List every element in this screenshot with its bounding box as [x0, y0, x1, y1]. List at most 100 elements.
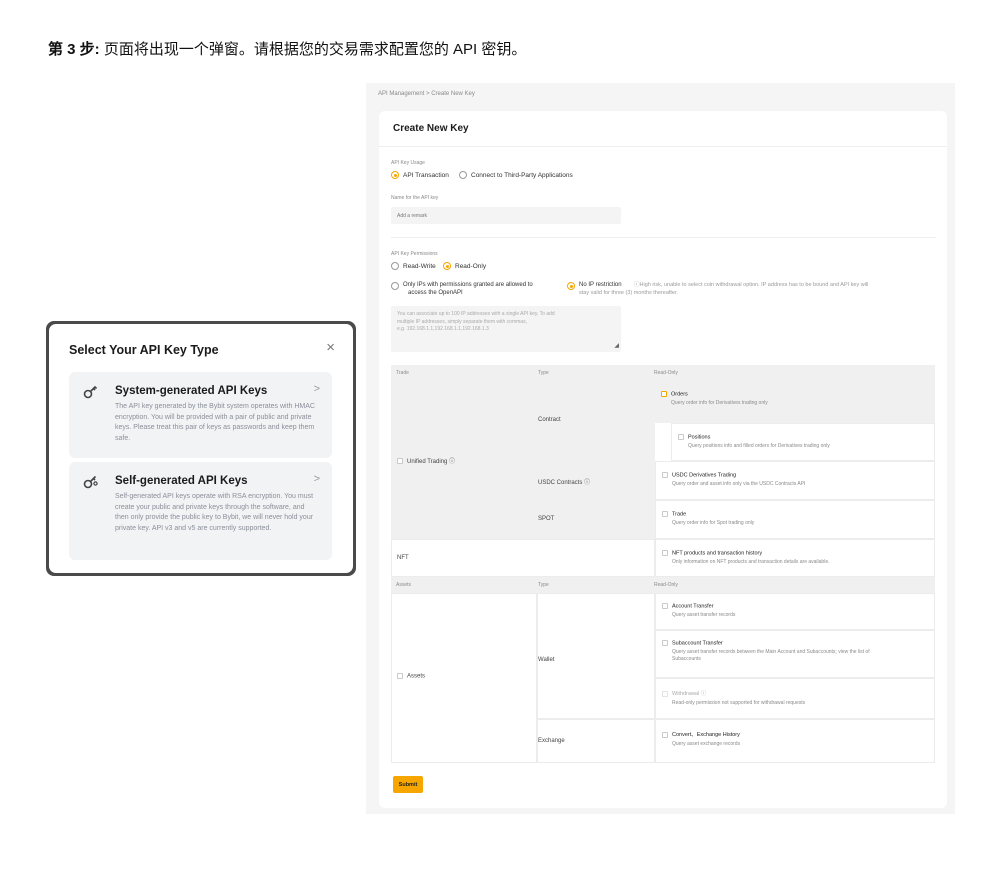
perm-desc: Query asset transfer records — [672, 612, 736, 619]
perm-subaccount-transfer[interactable]: Subaccount Transfer Query asset transfer… — [655, 630, 935, 678]
perm-desc: Query positions info and filled orders f… — [688, 443, 830, 450]
perm-convert-exchange[interactable]: Convert、Exchange History Query asset exc… — [655, 719, 935, 763]
step-text: 页面将出现一个弹窗。请根据您的交易需求配置您的 API 密钥。 — [99, 41, 527, 58]
spot-type-cell — [537, 500, 655, 539]
radio-selected[interactable] — [391, 171, 399, 179]
perm-title: Withdrawal ⓘ — [672, 691, 707, 697]
api-key-type-modal-frame: Select Your API Key Type × System-genera… — [46, 321, 356, 576]
step-heading: 第 3 步: 页面将出现一个弹窗。请根据您的交易需求配置您的 API 密钥。 — [48, 38, 526, 59]
perm-title: NFT products and transaction history — [672, 550, 763, 557]
checkbox[interactable] — [662, 603, 668, 609]
ip-address-textarea[interactable]: You can associate up to 100 IP addresses… — [391, 306, 621, 352]
card-description: The API key generated by the Bybit syste… — [115, 403, 315, 442]
perm-nft[interactable]: NFT products and transaction history Onl… — [655, 539, 935, 577]
col-header-type: Type — [538, 582, 549, 588]
resize-handle-icon[interactable]: ◢ — [614, 343, 619, 351]
option-text-line: access the OpenAPI — [408, 290, 463, 296]
checkbox[interactable] — [662, 731, 668, 738]
page-title: Create New Key — [393, 123, 469, 134]
checkbox[interactable] — [397, 458, 403, 465]
name-input[interactable] — [391, 207, 621, 224]
group-label: Assets — [407, 673, 426, 680]
perm-desc: Only information on NFT products and tra… — [672, 559, 830, 566]
perm-title: Subaccount Transfer — [672, 640, 723, 647]
perm-desc: Query order info for Derivatives trading… — [671, 400, 768, 407]
nft-label: NFT — [397, 555, 409, 561]
system-generated-keys-card[interactable]: System-generated API Keys The API key ge… — [69, 372, 332, 458]
wallet-type-cell — [537, 593, 655, 719]
ip-restricted-option[interactable]: Only IPs with permissions granted are al… — [403, 281, 533, 297]
key-icon — [83, 384, 101, 402]
perm-desc-line: Subaccounts — [672, 656, 701, 663]
breadcrumb[interactable]: API Management > Create New Key — [378, 91, 475, 97]
chevron-right-icon: > — [313, 383, 320, 395]
permission-read-write[interactable]: Read-Write — [391, 262, 436, 270]
usage-option-api-transaction[interactable]: API Transaction — [391, 171, 449, 179]
card-title: Self-generated API Keys — [115, 475, 248, 487]
perm-desc: Query order info for Spot trading only — [672, 520, 755, 527]
create-key-card: Create New Key API Key Usage API Transac… — [379, 111, 947, 808]
checkbox[interactable] — [662, 550, 668, 556]
key-icon — [83, 474, 101, 492]
option-label: Read-Write — [403, 262, 436, 270]
radio-no-ip-restriction[interactable] — [567, 282, 575, 290]
perm-desc: Query order and asset info only via the … — [672, 481, 806, 488]
group-label: Unified Trading ⓘ — [407, 459, 456, 465]
no-ip-restriction-option[interactable]: No IP restriction — [579, 281, 622, 289]
perm-usdc-derivatives[interactable]: USDC Derivatives Trading Query order and… — [655, 461, 935, 500]
col-header-read-only: Read-Only — [654, 582, 678, 588]
name-label: Name for the API key — [391, 195, 439, 201]
radio[interactable] — [391, 262, 399, 270]
card-title: System-generated API Keys — [115, 385, 268, 397]
checkbox[interactable] — [397, 673, 403, 679]
perm-spot-trade[interactable]: Trade Query order info for Spot trading … — [655, 500, 935, 539]
perm-title: Trade — [672, 511, 687, 518]
checkbox[interactable] — [662, 511, 668, 517]
permission-read-only[interactable]: Read-Only — [443, 262, 486, 270]
ip-risk-hint-cont: stay valid for three (3) months thereaft… — [579, 290, 679, 296]
perm-title: USDC Derivatives Trading — [672, 472, 737, 479]
checkbox[interactable] — [662, 472, 668, 478]
type-exchange: Exchange — [538, 738, 565, 744]
type-usdc-contracts: USDC Contracts ⓘ — [538, 480, 591, 486]
self-generated-keys-card[interactable]: Self-generated API Keys Self-generated A… — [69, 462, 332, 560]
perm-orders[interactable]: Orders Query order info for Derivatives … — [655, 381, 935, 423]
assets-label[interactable]: Assets — [397, 673, 425, 680]
perm-title: Account Transfer — [672, 603, 714, 610]
perm-withdrawal: Withdrawal ⓘ Read-only permission not su… — [655, 678, 935, 719]
unified-trading-label[interactable]: Unified Trading ⓘ — [397, 456, 455, 465]
step-number: 第 3 步: — [48, 41, 100, 58]
perm-desc-line: Query asset transfer records between the… — [672, 649, 870, 656]
api-key-type-modal: Select Your API Key Type × System-genera… — [49, 324, 353, 573]
textarea-placeholder-line: e.g. 192.168.1.1,192.168.1.1,192.168.1.3 — [397, 326, 489, 332]
col-header-type: Type — [538, 370, 549, 376]
perm-title: Convert、Exchange History — [672, 732, 740, 738]
checkbox[interactable] — [661, 391, 667, 397]
col-header-read-only: Read-Only — [654, 370, 678, 376]
perm-title: Positions — [688, 434, 711, 441]
checkbox[interactable] — [662, 640, 668, 646]
perm-title: Orders — [671, 391, 688, 398]
checkbox-disabled — [662, 690, 668, 697]
option-label: API Transaction — [403, 171, 449, 179]
card-description: Self-generated API keys operate with RSA… — [115, 493, 314, 532]
hint-line: ⓘHigh risk, unable to select coin withdr… — [634, 282, 869, 288]
radio-selected[interactable] — [443, 262, 451, 270]
type-wallet: Wallet — [538, 657, 555, 663]
perm-desc: Query asset exchange records — [672, 741, 741, 747]
submit-button[interactable]: Submit — [393, 776, 423, 793]
option-label: Read-Only — [455, 262, 487, 270]
perm-desc: Read-only permission not supported for w… — [672, 700, 806, 706]
option-label: Connect to Third-Party Applications — [471, 171, 573, 179]
perm-account-transfer[interactable]: Account Transfer Query asset transfer re… — [655, 593, 935, 630]
perm-positions[interactable]: Positions Query positions info and fille… — [671, 423, 935, 461]
textarea-placeholder-line: You can associate up to 100 IP addresses… — [397, 311, 555, 317]
radio[interactable] — [459, 171, 467, 179]
title-divider — [379, 146, 947, 147]
radio-ip-restricted[interactable] — [391, 282, 399, 290]
col-header-trade: Trade — [396, 370, 409, 376]
checkbox[interactable] — [678, 434, 684, 440]
close-icon[interactable]: × — [326, 340, 335, 355]
usage-option-third-party[interactable]: Connect to Third-Party Applications — [459, 171, 573, 179]
assets-permissions-table: Assets Type Read-Only Assets Wallet Exch… — [391, 577, 935, 763]
